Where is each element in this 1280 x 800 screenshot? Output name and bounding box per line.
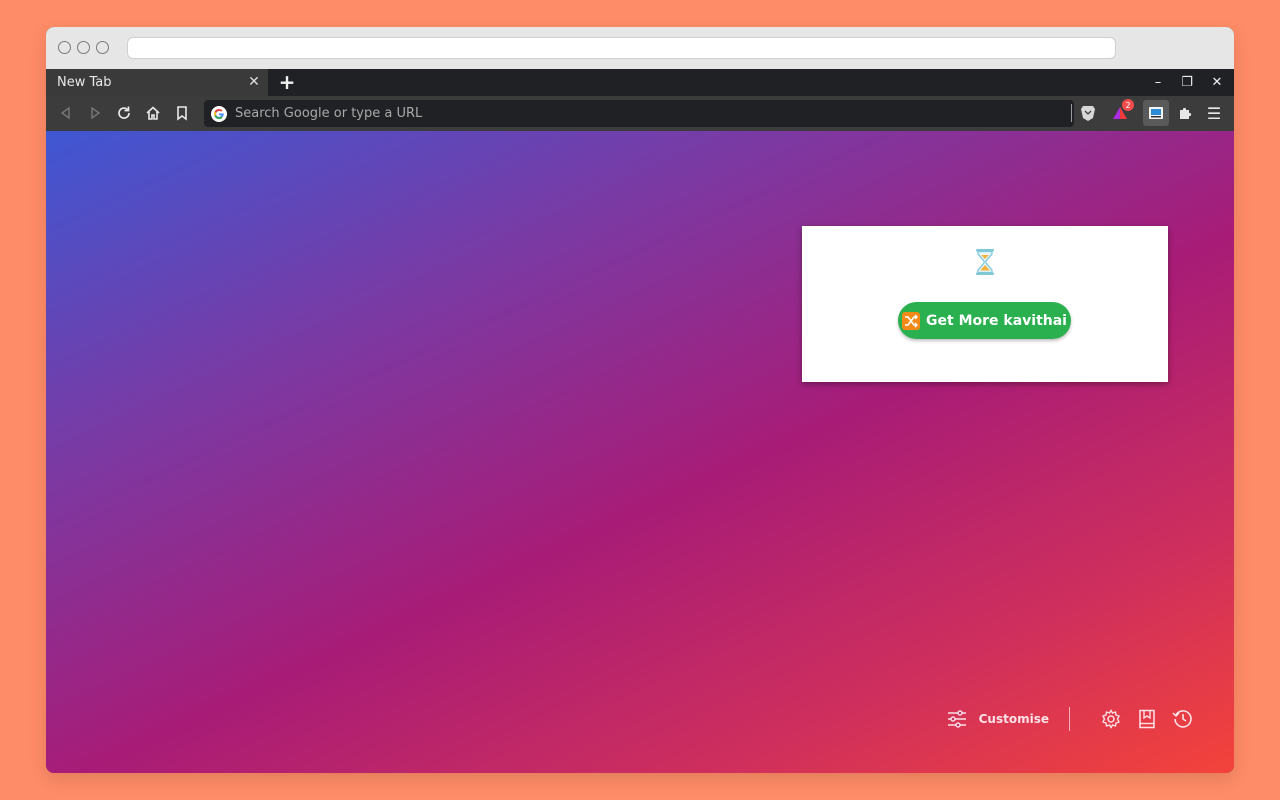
rewards-badge: 2 — [1122, 99, 1134, 111]
tab-title: New Tab — [57, 75, 112, 90]
customise-button[interactable]: Customise — [947, 710, 1049, 728]
kavithai-extension-icon — [1149, 107, 1163, 119]
bottom-divider — [1069, 707, 1070, 731]
frame-address-bar[interactable] — [127, 37, 1116, 59]
window-dot-zoom[interactable] — [96, 41, 109, 54]
home-button[interactable] — [141, 101, 165, 125]
reload-icon — [118, 106, 130, 119]
extension-popup: Get More kavithai — [802, 226, 1168, 382]
bookmarks-icon — [1139, 709, 1155, 729]
customise-label: Customise — [978, 712, 1049, 726]
forward-button[interactable] — [83, 101, 107, 125]
window-dot-minimize[interactable] — [77, 41, 90, 54]
get-more-label: Get More kavithai — [926, 312, 1067, 329]
new-tab-page: Get More kavithai Customise — [46, 131, 1234, 773]
restore-button[interactable]: ❐ — [1177, 73, 1197, 91]
home-icon — [146, 106, 160, 120]
window-dot-close[interactable] — [58, 41, 71, 54]
sliders-icon — [947, 710, 966, 728]
history-icon — [1172, 710, 1192, 728]
omnibox[interactable]: Search Google or type a URL — [204, 100, 1074, 127]
main-menu-button[interactable]: ☰ — [1202, 101, 1226, 125]
bookmark-button[interactable] — [170, 101, 194, 125]
browser-window: New Tab ✕ + – ❐ ✕ Search Google or type … — [46, 27, 1234, 773]
settings-icon — [1102, 709, 1120, 729]
minimize-button[interactable]: – — [1148, 73, 1168, 91]
window-frame-top — [46, 27, 1234, 69]
brave-lion-icon — [1081, 106, 1095, 121]
back-button[interactable] — [54, 101, 78, 125]
reload-button[interactable] — [112, 101, 136, 125]
shuffle-icon — [902, 311, 921, 330]
bottom-toolbar: Customise — [947, 705, 1194, 733]
toolbar-divider — [1071, 104, 1072, 122]
get-more-kavithai-button[interactable]: Get More kavithai — [898, 302, 1071, 339]
tab-close-icon[interactable]: ✕ — [245, 73, 263, 91]
brave-shields-button[interactable] — [1076, 101, 1100, 125]
window-dots — [58, 41, 109, 54]
google-icon — [211, 105, 227, 122]
bookmark-icon — [177, 106, 187, 121]
tab-strip: New Tab ✕ + – ❐ ✕ — [46, 69, 1234, 96]
new-tab-button[interactable]: + — [276, 70, 298, 94]
kavithai-extension-button[interactable] — [1143, 100, 1169, 126]
brave-rewards-button[interactable]: 2 — [1108, 99, 1134, 125]
hourglass-icon — [976, 249, 994, 275]
browser-toolbar: Search Google or type a URL 2 ☰ — [46, 96, 1234, 131]
puzzle-icon — [1180, 107, 1192, 119]
tab-new-tab[interactable]: New Tab ✕ — [46, 69, 268, 96]
history-button[interactable] — [1172, 708, 1194, 730]
extensions-button[interactable] — [1173, 101, 1197, 125]
back-arrow-icon — [60, 106, 70, 120]
bookmarks-button[interactable] — [1136, 708, 1158, 730]
close-window-button[interactable]: ✕ — [1207, 73, 1227, 91]
settings-button[interactable] — [1100, 708, 1122, 730]
omnibox-placeholder: Search Google or type a URL — [235, 106, 423, 121]
forward-arrow-icon — [91, 106, 101, 120]
